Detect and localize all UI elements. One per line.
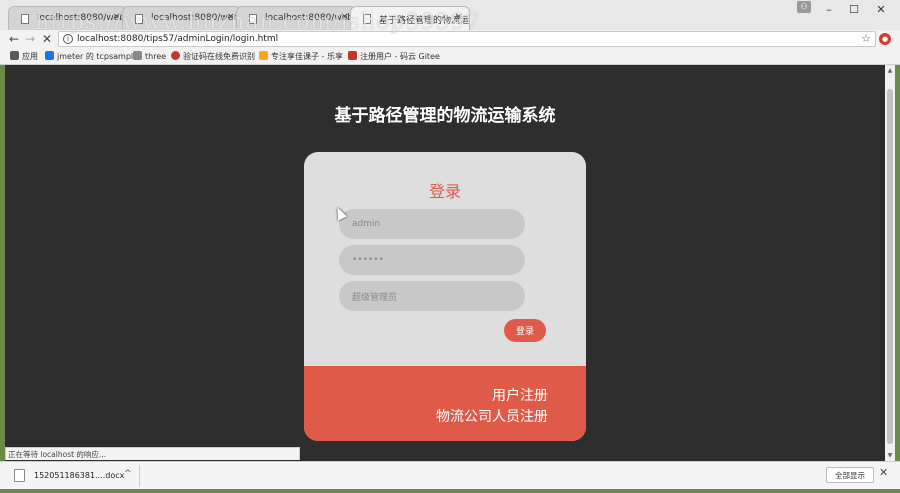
bookmark-item[interactable]: 注册用户 - 码云 Gitee xyxy=(348,51,440,62)
back-arrow-icon[interactable]: ← xyxy=(6,31,22,47)
apps-grid-icon xyxy=(10,51,19,60)
bookmark-item[interactable]: jmeter 的 tcpsample xyxy=(45,51,138,62)
site-icon xyxy=(171,51,180,60)
login-button[interactable]: 登录 xyxy=(504,319,546,342)
page-icon xyxy=(21,14,29,24)
document-icon xyxy=(14,469,25,482)
scroll-up-icon[interactable]: ▲ xyxy=(885,67,895,74)
password-input[interactable] xyxy=(339,245,525,275)
download-item[interactable]: 152051186381....docx ^ xyxy=(8,465,140,487)
browser-tabstrip: localhost:8080/webto ✕ localhost:8080/we… xyxy=(0,0,900,30)
maximize-button[interactable]: ☐ xyxy=(843,3,865,17)
page-viewport: 基于路径管理的物流运输系统 登录 登录 用户注册 物流公司人员注册 xyxy=(5,65,885,461)
close-icon[interactable]: ✕ xyxy=(455,12,463,23)
scroll-down-icon[interactable]: ▼ xyxy=(885,452,895,459)
profile-icon[interactable]: ⚇ xyxy=(797,1,811,13)
site-icon xyxy=(259,51,268,60)
address-bar[interactable]: i localhost:8080/tips57/adminLogin/login… xyxy=(58,31,876,47)
close-icon[interactable]: ✕ xyxy=(341,12,349,23)
close-icon[interactable]: ✕ xyxy=(113,12,121,23)
username-input[interactable] xyxy=(339,209,525,239)
info-icon[interactable]: i xyxy=(63,34,73,44)
role-input[interactable] xyxy=(339,281,525,311)
bookmark-item[interactable]: 验证码在线免费识别 xyxy=(171,51,255,62)
window-close-button[interactable]: ✕ xyxy=(870,3,892,17)
minimize-button[interactable]: – xyxy=(818,3,840,17)
download-shelf: 152051186381....docx ^ 全部显示 ✕ xyxy=(0,461,900,489)
page-scrollbar[interactable]: ▲ ▼ xyxy=(885,65,895,461)
bookmarks-bar: 应用 jmeter 的 tcpsample three 验证码在线免费识别 专注… xyxy=(0,48,900,65)
page-title: 基于路径管理的物流运输系统 xyxy=(334,106,556,126)
page-icon xyxy=(135,14,143,24)
bookmark-item[interactable]: three xyxy=(133,51,166,61)
page-icon xyxy=(249,14,257,24)
scrollbar-thumb[interactable] xyxy=(887,89,893,444)
download-filename[interactable]: 152051186381....docx xyxy=(34,471,124,480)
chevron-up-icon[interactable]: ^ xyxy=(124,469,132,479)
shield-icon xyxy=(45,51,54,60)
status-bar: 正在等待 localhost 的响应... xyxy=(5,447,300,460)
close-icon[interactable]: ✕ xyxy=(879,466,888,479)
show-all-downloads-button[interactable]: 全部显示 xyxy=(826,467,874,483)
url-text[interactable]: localhost:8080/tips57/adminLogin/login.h… xyxy=(77,34,278,44)
forward-arrow-icon[interactable]: → xyxy=(22,31,38,47)
page-icon xyxy=(363,14,371,24)
register-panel: 用户注册 物流公司人员注册 xyxy=(304,366,586,441)
extension-icon[interactable]: ● xyxy=(879,33,891,45)
browser-tab[interactable]: localhost:8080/webto ✕ xyxy=(8,6,128,30)
bookmark-item[interactable]: 应用 xyxy=(10,51,38,62)
login-heading: 登录 xyxy=(428,182,461,201)
company-register-link[interactable]: 物流公司人员注册 xyxy=(436,406,548,426)
page-icon xyxy=(133,51,142,60)
browser-toolbar: ← → ✕ i localhost:8080/tips57/adminLogin… xyxy=(0,30,900,48)
bookmark-item[interactable]: 专注享佳课子 - 乐享 xyxy=(259,51,343,62)
user-register-link[interactable]: 用户注册 xyxy=(492,385,548,405)
login-card: 登录 登录 用户注册 物流公司人员注册 xyxy=(304,152,586,441)
browser-tab-active[interactable]: 基于路径管理的物流运输 ✕ xyxy=(350,6,470,30)
close-icon[interactable]: ✕ xyxy=(227,12,235,23)
browser-tab[interactable]: localhost:8080/webto ✕ xyxy=(122,6,242,30)
browser-tab[interactable]: localhost:8080/webto ✕ xyxy=(236,6,356,30)
bookmark-star-icon[interactable]: ☆ xyxy=(861,32,871,45)
gitee-icon xyxy=(348,51,357,60)
stop-loading-icon[interactable]: ✕ xyxy=(39,31,55,47)
